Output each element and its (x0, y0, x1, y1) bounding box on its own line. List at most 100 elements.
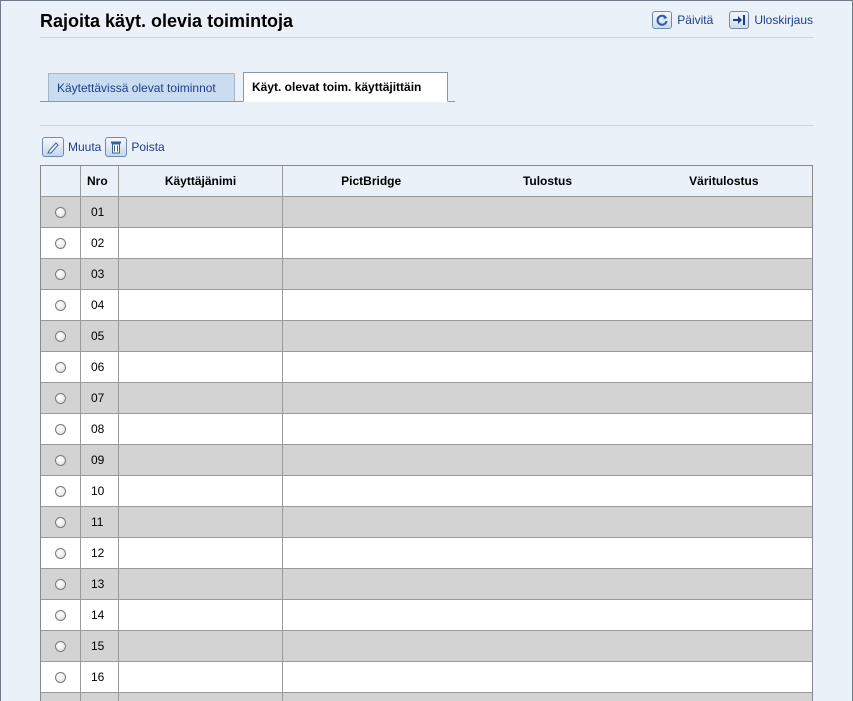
logout-label: Uloskirjaus (754, 13, 813, 27)
table-row[interactable]: 15 (41, 631, 812, 662)
username-cell (119, 290, 283, 320)
functions-cell (283, 290, 812, 320)
row-number: 08 (81, 414, 119, 444)
column-header-nro: Nro (81, 166, 119, 196)
header-divider (40, 37, 813, 38)
username-cell (119, 662, 283, 692)
row-select-radio[interactable] (55, 361, 66, 373)
row-select-radio[interactable] (55, 640, 66, 652)
table-row[interactable]: 12 (41, 538, 812, 569)
functions-cell (283, 476, 812, 506)
functions-cell (283, 414, 812, 444)
functions-cell (283, 197, 812, 227)
refresh-icon (652, 11, 673, 29)
table-row[interactable]: 11 (41, 507, 812, 538)
row-number: 12 (81, 538, 119, 568)
username-cell (119, 197, 283, 227)
row-select-radio[interactable] (55, 392, 66, 404)
table-row[interactable]: 02 (41, 228, 812, 259)
row-select-radio[interactable] (55, 237, 66, 249)
row-select-radio[interactable] (55, 206, 66, 218)
username-cell (119, 538, 283, 568)
username-cell (119, 693, 283, 701)
select-cell (41, 538, 81, 568)
row-number: 16 (81, 662, 119, 692)
row-number: 01 (81, 197, 119, 227)
row-number: 13 (81, 569, 119, 599)
row-number: 06 (81, 352, 119, 382)
table-header-row: Nro Käyttäjänimi PictBridge Tulostus Vär… (41, 166, 812, 197)
tab-available-functions[interactable]: Käytettävissä olevat toiminnot (48, 73, 235, 101)
select-cell (41, 569, 81, 599)
delete-button[interactable]: Poista (105, 137, 165, 157)
select-cell (41, 600, 81, 630)
select-cell (41, 476, 81, 506)
table-row[interactable]: 10 (41, 476, 812, 507)
row-select-radio[interactable] (55, 578, 66, 590)
tab-functions-by-user[interactable]: Käyt. olevat toim. käyttäjittäin (243, 72, 448, 102)
row-select-radio[interactable] (55, 330, 66, 342)
row-select-radio[interactable] (55, 609, 66, 621)
edit-pencil-icon (42, 137, 64, 157)
functions-cell (283, 538, 812, 568)
select-cell (41, 631, 81, 661)
username-cell (119, 321, 283, 351)
username-cell (119, 228, 283, 258)
table-row[interactable]: 16 (41, 662, 812, 693)
username-cell (119, 445, 283, 475)
table-row[interactable]: 03 (41, 259, 812, 290)
logout-icon (729, 11, 750, 29)
functions-cell (283, 383, 812, 413)
table-row[interactable]: 07 (41, 383, 812, 414)
select-cell (41, 445, 81, 475)
table-row[interactable]: 09 (41, 445, 812, 476)
functions-cell (283, 228, 812, 258)
row-select-radio[interactable] (55, 423, 66, 435)
function-column-headers: PictBridge Tulostus Väritulostus (283, 166, 812, 196)
functions-cell (283, 507, 812, 537)
section-divider (40, 125, 813, 126)
row-select-radio[interactable] (55, 516, 66, 528)
functions-cell (283, 352, 812, 382)
functions-cell (283, 693, 812, 701)
username-cell (119, 383, 283, 413)
functions-cell (283, 321, 812, 351)
row-select-radio[interactable] (55, 454, 66, 466)
functions-cell (283, 600, 812, 630)
select-cell (41, 352, 81, 382)
refresh-link[interactable]: Päivitä (652, 11, 713, 29)
select-cell (41, 290, 81, 320)
row-select-radio[interactable] (55, 299, 66, 311)
row-number: 04 (81, 290, 119, 320)
logout-link[interactable]: Uloskirjaus (729, 11, 813, 29)
functions-cell (283, 259, 812, 289)
table-row[interactable]: 06 (41, 352, 812, 383)
edit-label: Muuta (68, 140, 102, 154)
edit-button[interactable]: Muuta (42, 137, 101, 157)
column-header-pictbridge: PictBridge (341, 174, 402, 188)
select-cell (41, 414, 81, 444)
row-number: 14 (81, 600, 119, 630)
select-cell (41, 662, 81, 692)
row-number: 10 (81, 476, 119, 506)
refresh-label: Päivitä (677, 13, 714, 27)
row-select-radio[interactable] (55, 485, 66, 497)
username-cell (119, 631, 283, 661)
username-cell (119, 476, 283, 506)
table-row[interactable]: 05 (41, 321, 812, 352)
row-select-radio[interactable] (55, 547, 66, 559)
table-row-partial (41, 693, 812, 701)
select-cell (41, 693, 81, 701)
row-select-radio[interactable] (55, 671, 66, 683)
username-cell (119, 414, 283, 444)
table-row[interactable]: 08 (41, 414, 812, 445)
table-row[interactable]: 04 (41, 290, 812, 321)
table-row[interactable]: 14 (41, 600, 812, 631)
row-number: 02 (81, 228, 119, 258)
functions-cell (283, 631, 812, 661)
functions-cell (283, 569, 812, 599)
row-select-radio[interactable] (55, 268, 66, 280)
table-row[interactable]: 01 (41, 197, 812, 228)
username-cell (119, 352, 283, 382)
table-row[interactable]: 13 (41, 569, 812, 600)
